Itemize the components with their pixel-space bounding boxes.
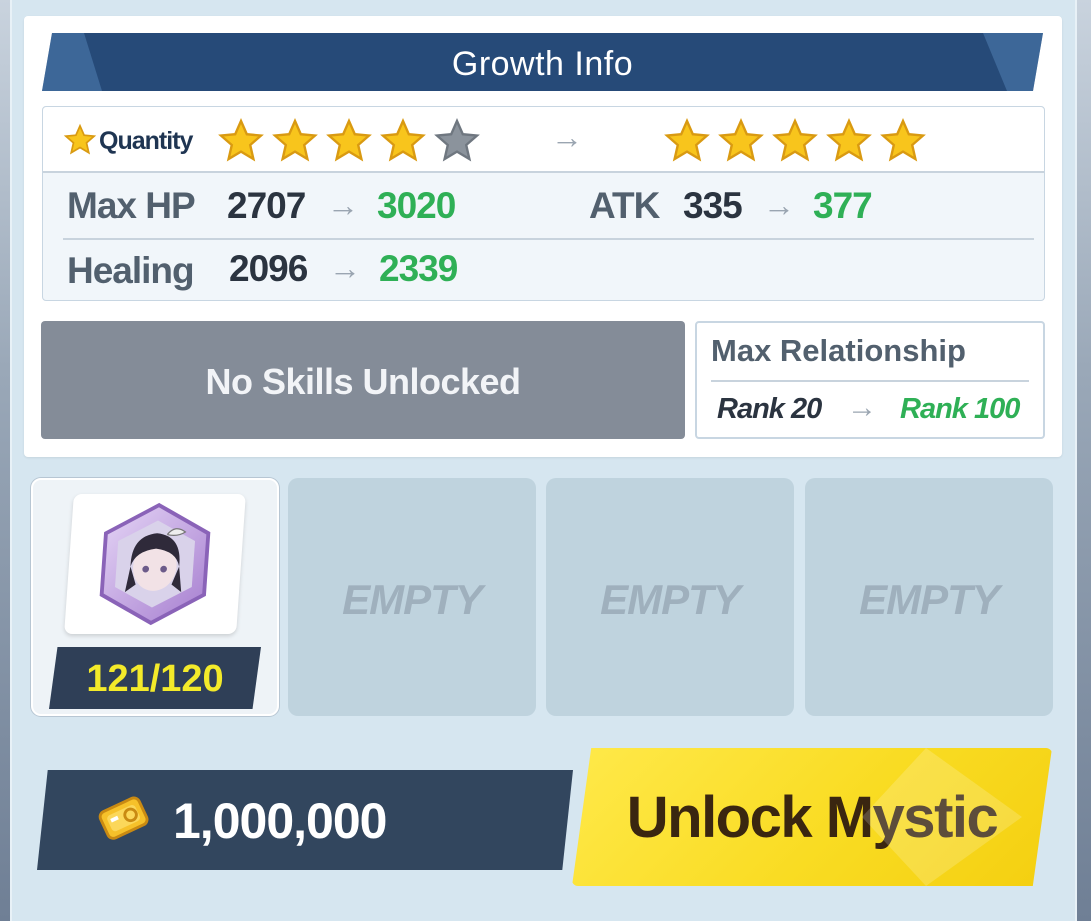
material-count: 121/120 (86, 658, 224, 700)
max-relationship-box: Max Relationship Rank 20 → Rank 100 (695, 321, 1045, 439)
credit-coin-icon (98, 796, 149, 840)
stat-old-atk: 335 (683, 185, 743, 226)
arrow-right-icon: → (763, 187, 795, 223)
star-filled-icon (272, 118, 318, 162)
cost-amount: 1,000,000 (173, 793, 387, 849)
star-filled-icon (218, 118, 264, 162)
star-row: Quantity → (43, 107, 1044, 173)
stat-label-max-hp: Max HP (67, 185, 196, 226)
relationship-title: Max Relationship (711, 333, 966, 368)
empty-slot-label: EMPTY (342, 576, 483, 623)
page-title: Growth Info (451, 45, 634, 83)
arrow-right-icon: → (551, 119, 583, 155)
material-slot-empty[interactable]: EMPTY (288, 478, 536, 716)
stat-label-atk: ATK (589, 185, 660, 226)
cost-display: 1,000,000 (37, 770, 573, 870)
arrow-right-icon: → (329, 250, 361, 286)
star-filled-icon (880, 118, 926, 162)
material-slot-filled[interactable]: 121/120 (31, 478, 279, 716)
skills-status-text: No Skills Unlocked (205, 361, 521, 402)
material-count-badge: 121/120 (49, 647, 261, 709)
material-slot-empty[interactable]: EMPTY (546, 478, 794, 716)
stat-new-max-hp: 3020 (377, 185, 456, 226)
star-filled-icon (772, 118, 818, 162)
star-filled-icon (718, 118, 764, 162)
relationship-divider (711, 380, 1029, 382)
quantity-star-icon (63, 123, 97, 155)
relationship-new-rank: Rank 100 (900, 393, 1020, 425)
star-empty-icon (434, 118, 480, 162)
star-filled-icon (826, 118, 872, 162)
relationship-old-rank: Rank 20 (717, 393, 822, 425)
star-filled-icon (664, 118, 710, 162)
star-filled-icon (326, 118, 372, 162)
arrow-right-icon: → (847, 391, 877, 424)
star-filled-icon (380, 118, 426, 162)
arrow-right-icon: → (327, 187, 359, 223)
stats-divider (63, 238, 1034, 240)
stat-old-max-hp: 2707 (227, 185, 306, 226)
stat-new-atk: 377 (813, 185, 873, 226)
growth-panel: Growth Info Quantity → Max HP 2707 → 302… (10, 0, 1077, 921)
stat-old-healing: 2096 (229, 248, 308, 289)
empty-slot-label: EMPTY (859, 576, 1000, 623)
material-slot-empty[interactable]: EMPTY (805, 478, 1053, 716)
quantity-label: Quantity (99, 127, 193, 155)
stat-label-healing: Healing (67, 250, 195, 291)
stat-new-healing: 2339 (379, 248, 458, 289)
growth-info-card: Growth Info Quantity → Max HP 2707 → 302… (24, 16, 1062, 457)
skills-status-box: No Skills Unlocked (41, 321, 685, 439)
stats-box: Quantity → Max HP 2707 → 3020 ATK 335 → … (42, 106, 1045, 301)
unlock-mystic-button[interactable]: Unlock Mystic (572, 748, 1052, 886)
unlock-mystic-label: Unlock Mystic (626, 785, 999, 850)
empty-slot-label: EMPTY (600, 576, 741, 623)
portrait-frame (64, 494, 246, 634)
growth-info-banner: Growth Info (42, 33, 1043, 91)
student-portrait-icon (99, 502, 211, 626)
